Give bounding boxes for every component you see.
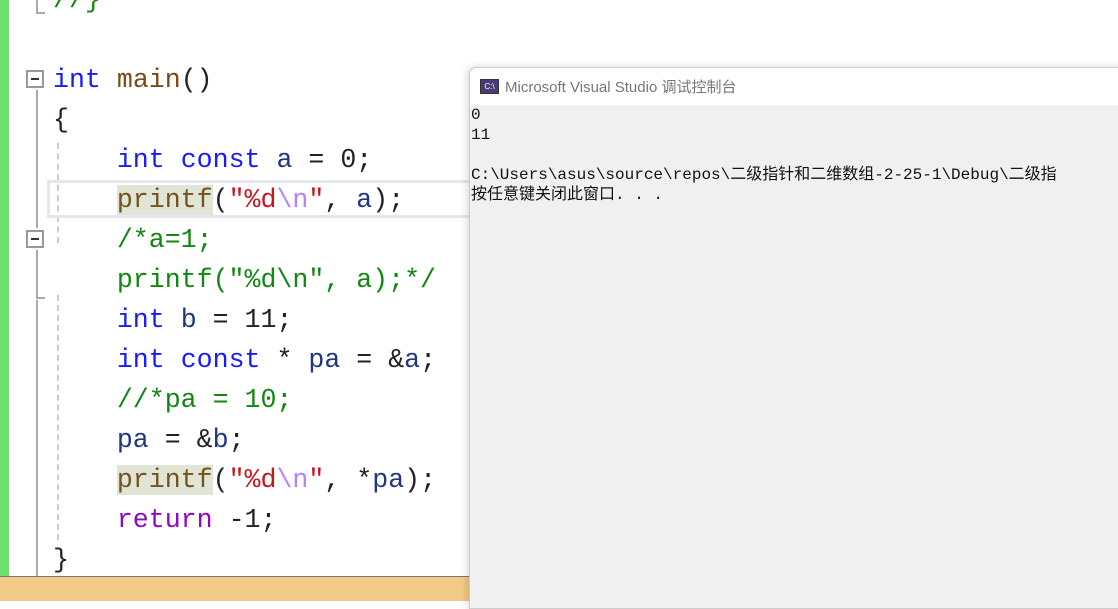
console-titlebar[interactable]: C:\ Microsoft Visual Studio 调试控制台 [470,68,1118,105]
code-line[interactable]: int const a = 0; [53,140,436,180]
code-token: int [116,345,165,375]
code-token: const [180,145,261,175]
code-token: printf [116,465,213,495]
collapse-main-icon[interactable] [26,70,44,88]
code-token: /*a=1; [53,225,213,255]
console-output: 0 11 C:\Users\asus\source\repos\二级指针和二维数组-… [470,105,1118,205]
code-line[interactable]: //*pa = 10; [53,380,436,420]
code-line[interactable]: /*a=1; [53,220,436,260]
code-token: printf [116,185,213,215]
collapse-comment-icon[interactable] [26,230,44,248]
outline-line [36,300,38,576]
code-editor[interactable]: //} int main(){ int const a = 0; printf("… [9,0,487,576]
console-line: 11 [471,126,491,144]
code-line[interactable]: } [53,540,436,580]
code-token: "%d [228,185,277,215]
code-line[interactable]: pa = &b; [53,420,436,460]
code-line[interactable]: return -1; [53,500,436,540]
code-token: = 11; [196,305,293,335]
console-line: C:\Users\asus\source\repos\二级指针和二维数组-2-2… [471,166,1057,184]
code-token: pa [308,345,341,375]
code-token: , [324,185,357,215]
code-token: a [356,185,373,215]
code-text[interactable]: //} int main(){ int const a = 0; printf("… [53,0,436,580]
code-token: pa [372,465,405,495]
code-token: int [53,65,101,95]
code-token: ( [212,185,229,215]
code-token: b [180,305,197,335]
code-token: " [308,185,325,215]
code-token: return [116,505,213,535]
code-token: { [53,105,69,135]
code-token: () [180,65,213,95]
code-token: , * [324,465,373,495]
code-line[interactable]: int main() [53,60,436,100]
code-line[interactable]: printf("%d\n", a); [53,180,436,220]
code-line[interactable]: int const * pa = &a; [53,340,436,380]
console-line: 按任意键关闭此窗口. . . [471,186,664,204]
code-token: a [404,345,421,375]
code-token: "%d [228,465,277,495]
console-app-icon: C:\ [480,79,499,94]
debug-console-window[interactable]: C:\ Microsoft Visual Studio 调试控制台 0 11 C:\… [469,67,1118,609]
code-token: printf("%d\n", a);*/ [53,265,437,295]
code-token: = & [148,425,213,455]
outline-line [36,250,38,298]
code-token: int [116,145,165,175]
code-line[interactable] [53,20,436,60]
code-token: ); [404,465,437,495]
code-token: \n [276,185,309,215]
code-token: const [180,345,261,375]
code-token: ; [228,425,245,455]
console-title: Microsoft Visual Studio 调试控制台 [505,79,737,96]
code-token: * [260,345,309,375]
code-token: //} [53,0,101,15]
code-token: main [116,65,181,95]
code-token: \n [276,465,309,495]
code-token: //*pa = 10; [53,385,293,415]
code-line[interactable]: int b = 11; [53,300,436,340]
status-bar [0,576,470,601]
code-token: = 0; [292,145,373,175]
code-line[interactable]: printf("%d\n", *pa); [53,460,436,500]
outline-line [36,297,45,299]
code-line[interactable]: { [53,100,436,140]
code-token: ( [212,465,229,495]
code-token: ); [372,185,405,215]
code-token: -1; [212,505,277,535]
change-indicator-bar [0,0,9,600]
outline-line [36,12,45,14]
code-token: b [212,425,229,455]
outline-line [36,90,38,228]
code-token: a [276,145,293,175]
code-line[interactable]: printf("%d\n", a);*/ [53,260,436,300]
code-token: int [116,305,165,335]
code-token: " [308,465,325,495]
code-token: ; [420,345,437,375]
code-token: } [53,545,69,575]
code-token: pa [116,425,149,455]
code-token: = & [340,345,405,375]
code-line[interactable]: //} [53,0,436,20]
console-line: 0 [471,106,481,124]
